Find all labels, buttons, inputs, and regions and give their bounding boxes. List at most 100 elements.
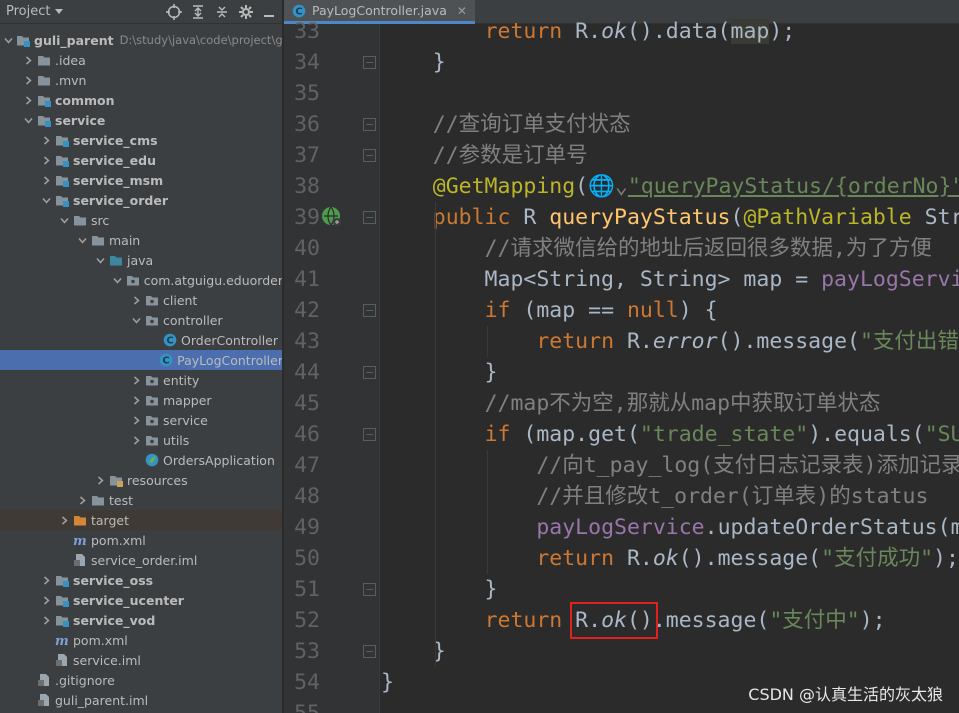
tree-item[interactable]: entity	[0, 370, 282, 390]
code-line[interactable]: 46 if (map.get("trade_state").equals("SU…	[284, 419, 959, 450]
tree-item[interactable]: test	[0, 490, 282, 510]
code-line[interactable]: 49 payLogService.updateOrderStatus(map);	[284, 512, 959, 543]
chevron-right-icon[interactable]	[24, 75, 33, 85]
tree-item[interactable]: service_ucenter	[0, 590, 282, 610]
code-text: Map<String, String> map = payLogService.…	[381, 267, 959, 292]
tree-item[interactable]: src	[0, 210, 282, 230]
code-line[interactable]: 39 public R queryPayStatus(@PathVariable…	[284, 202, 959, 233]
chevron-right-icon[interactable]	[24, 55, 33, 65]
tree-item[interactable]: C OrderController	[0, 330, 282, 350]
fold-marker-icon[interactable]	[363, 149, 376, 162]
code-line[interactable]: 50 return R.ok().message("支付成功");	[284, 543, 959, 574]
chevron-down-icon[interactable]	[23, 116, 33, 125]
fold-marker-icon[interactable]	[363, 56, 376, 69]
code-line[interactable]: 36 //查询订单支付状态	[284, 109, 959, 140]
tree-item[interactable]: .idea	[0, 50, 282, 70]
chevron-right-icon[interactable]	[132, 415, 141, 425]
fold-marker-icon[interactable]	[363, 118, 376, 131]
tree-item-label: pom.xml	[91, 532, 146, 548]
tree-item[interactable]: guli_parent.iml	[0, 690, 282, 710]
tree-item[interactable]: java	[0, 250, 282, 270]
chevron-down-icon[interactable]	[113, 276, 122, 285]
chevron-down-icon[interactable]	[77, 236, 87, 245]
tree-item[interactable]: client	[0, 290, 282, 310]
code-line[interactable]: 51 }	[284, 574, 959, 605]
locate-icon[interactable]	[166, 3, 182, 20]
tree-item[interactable]: service	[0, 110, 282, 130]
chevron-right-icon[interactable]	[96, 475, 105, 485]
tree-item[interactable]: service	[0, 410, 282, 430]
code-line[interactable]: 38 @GetMapping(🌐⌄"queryPayStatus/{orderN…	[284, 171, 959, 202]
line-number: 35	[294, 81, 320, 106]
tree-item[interactable]: utils	[0, 430, 282, 450]
code-line[interactable]: 44 }	[284, 357, 959, 388]
code-line[interactable]: 42 if (map == null) {	[284, 295, 959, 326]
chevron-right-icon[interactable]	[132, 435, 141, 445]
chevron-right-icon[interactable]	[42, 575, 51, 585]
code-line[interactable]: 35	[284, 78, 959, 109]
chevron-right-icon[interactable]	[132, 395, 141, 405]
tree-item[interactable]: service_msm	[0, 170, 282, 190]
tree-item[interactable]: .gitignore	[0, 670, 282, 690]
code-line[interactable]: 41 Map<String, String> map = payLogServi…	[284, 264, 959, 295]
fold-marker-icon[interactable]	[363, 211, 376, 224]
code-line[interactable]: 34 }	[284, 47, 959, 78]
folder-icon	[74, 216, 86, 226]
tree-item[interactable]: target	[0, 510, 282, 530]
tree-item[interactable]: service_vod	[0, 610, 282, 630]
chevron-right-icon[interactable]	[42, 155, 51, 165]
code-line[interactable]: 47 //向t_pay_log(支付日志记录表)添加记录	[284, 450, 959, 481]
tree-item[interactable]: service_oss	[0, 570, 282, 590]
tree-item[interactable]: common	[0, 90, 282, 110]
fold-marker-icon[interactable]	[363, 366, 376, 379]
chevron-down-icon[interactable]	[95, 256, 105, 265]
code-line[interactable]: 37 //参数是订单号	[284, 140, 959, 171]
tree-item[interactable]: service_order	[0, 190, 282, 210]
tree-item[interactable]: com.atguigu.eduorder	[0, 270, 282, 290]
fold-marker-icon[interactable]	[363, 304, 376, 317]
code-line[interactable]: 40 //请求微信给的地址后返回很多数据,为了方便	[284, 233, 959, 264]
chevron-down-icon[interactable]	[41, 196, 51, 205]
gear-icon[interactable]	[238, 4, 254, 20]
tree-item[interactable]: m pom.xml	[0, 530, 282, 550]
tree-item[interactable]: mapper	[0, 390, 282, 410]
code-line[interactable]: 48 //并且修改t_order(订单表)的status	[284, 481, 959, 512]
web-endpoint-icon[interactable]	[320, 205, 344, 229]
tree-item[interactable]: controller	[0, 310, 282, 330]
chevron-down-icon[interactable]	[131, 316, 141, 325]
chevron-down-icon[interactable]	[4, 36, 13, 45]
fold-marker-icon[interactable]	[363, 645, 376, 658]
fold-marker-icon[interactable]	[363, 583, 376, 596]
chevron-right-icon[interactable]	[42, 615, 51, 625]
chevron-right-icon[interactable]	[24, 95, 33, 105]
code-line[interactable]: 45 //map不为空,那就从map中获取订单状态	[284, 388, 959, 419]
chevron-right-icon[interactable]	[132, 375, 141, 385]
tree-item[interactable]: service_cms	[0, 130, 282, 150]
code-line[interactable]: 43 return R.error().message("支付出错了");	[284, 326, 959, 357]
tree-item[interactable]: service_order.iml	[0, 550, 282, 570]
tree-item[interactable]: service_edu	[0, 150, 282, 170]
tree-item[interactable]: C PayLogController	[0, 350, 282, 370]
tree-item[interactable]: service.iml	[0, 650, 282, 670]
hide-icon[interactable]	[262, 4, 276, 20]
chevron-right-icon[interactable]	[42, 175, 51, 185]
chevron-right-icon[interactable]	[132, 295, 141, 305]
collapse-all-icon[interactable]	[214, 4, 230, 20]
tree-item[interactable]: OrdersApplication	[0, 450, 282, 470]
tree-item[interactable]: resources	[0, 470, 282, 490]
expand-all-icon[interactable]	[190, 4, 206, 20]
chevron-right-icon[interactable]	[42, 135, 51, 145]
chevron-right-icon[interactable]	[60, 515, 69, 525]
tree-item[interactable]: guli_parent D:\study\java\code\project\gu…	[0, 30, 282, 50]
tree-item[interactable]: m pom.xml	[0, 630, 282, 650]
project-view-selector[interactable]: Project	[6, 4, 64, 19]
chevron-right-icon[interactable]	[78, 495, 87, 505]
fold-marker-icon[interactable]	[363, 428, 376, 441]
line-number: 40	[294, 236, 320, 261]
chevron-right-icon[interactable]	[42, 595, 51, 605]
code-line[interactable]: 53 }	[284, 636, 959, 667]
code-line[interactable]: 33 return R.ok().data(map);	[284, 16, 959, 47]
chevron-down-icon[interactable]	[59, 216, 69, 225]
tree-item[interactable]: .mvn	[0, 70, 282, 90]
tree-item[interactable]: main	[0, 230, 282, 250]
